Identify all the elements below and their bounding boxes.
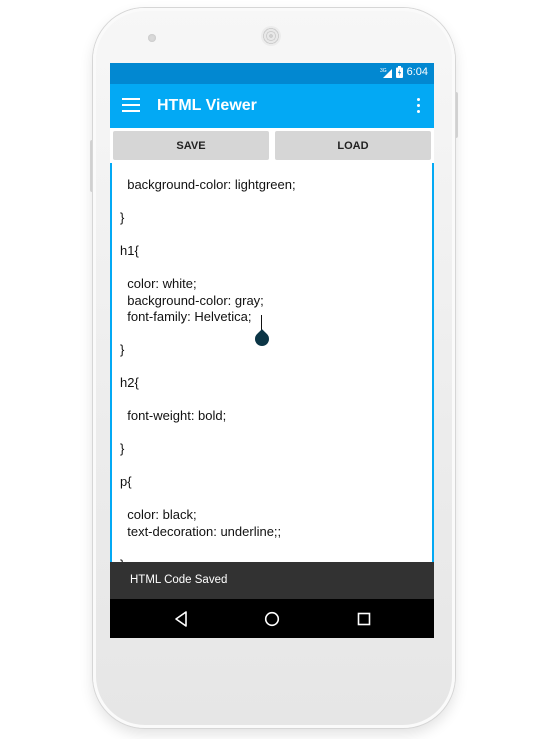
back-icon[interactable] [173,610,191,628]
load-button[interactable]: LOAD [275,131,431,160]
status-time: 6:04 [406,66,428,78]
more-vert-icon[interactable] [416,98,420,114]
snackbar-message: HTML Code Saved [130,574,228,586]
code-editor[interactable]: background-color: lightgreen; } h1{ colo… [110,163,434,563]
navigation-bar [110,599,434,638]
phone-screen: 3G 6:04 HTML Viewer SAVE LOAD background… [110,63,434,638]
home-icon[interactable] [263,610,281,628]
battery-icon [395,66,403,78]
editor-text[interactable]: background-color: lightgreen; } h1{ colo… [120,177,296,563]
snackbar: HTML Code Saved [110,562,434,599]
status-icons: 3G 6:04 [380,66,428,78]
status-bar: 3G 6:04 [110,63,434,84]
save-button[interactable]: SAVE [113,131,269,160]
app-title: HTML Viewer [157,97,257,114]
earpiece-speaker [261,26,281,46]
recents-icon[interactable] [355,610,373,628]
signal-icon: 3G [380,68,392,78]
svg-text:3G: 3G [380,68,387,74]
app-bar: HTML Viewer [110,84,434,128]
front-camera [148,34,156,42]
menu-icon[interactable] [122,98,140,112]
